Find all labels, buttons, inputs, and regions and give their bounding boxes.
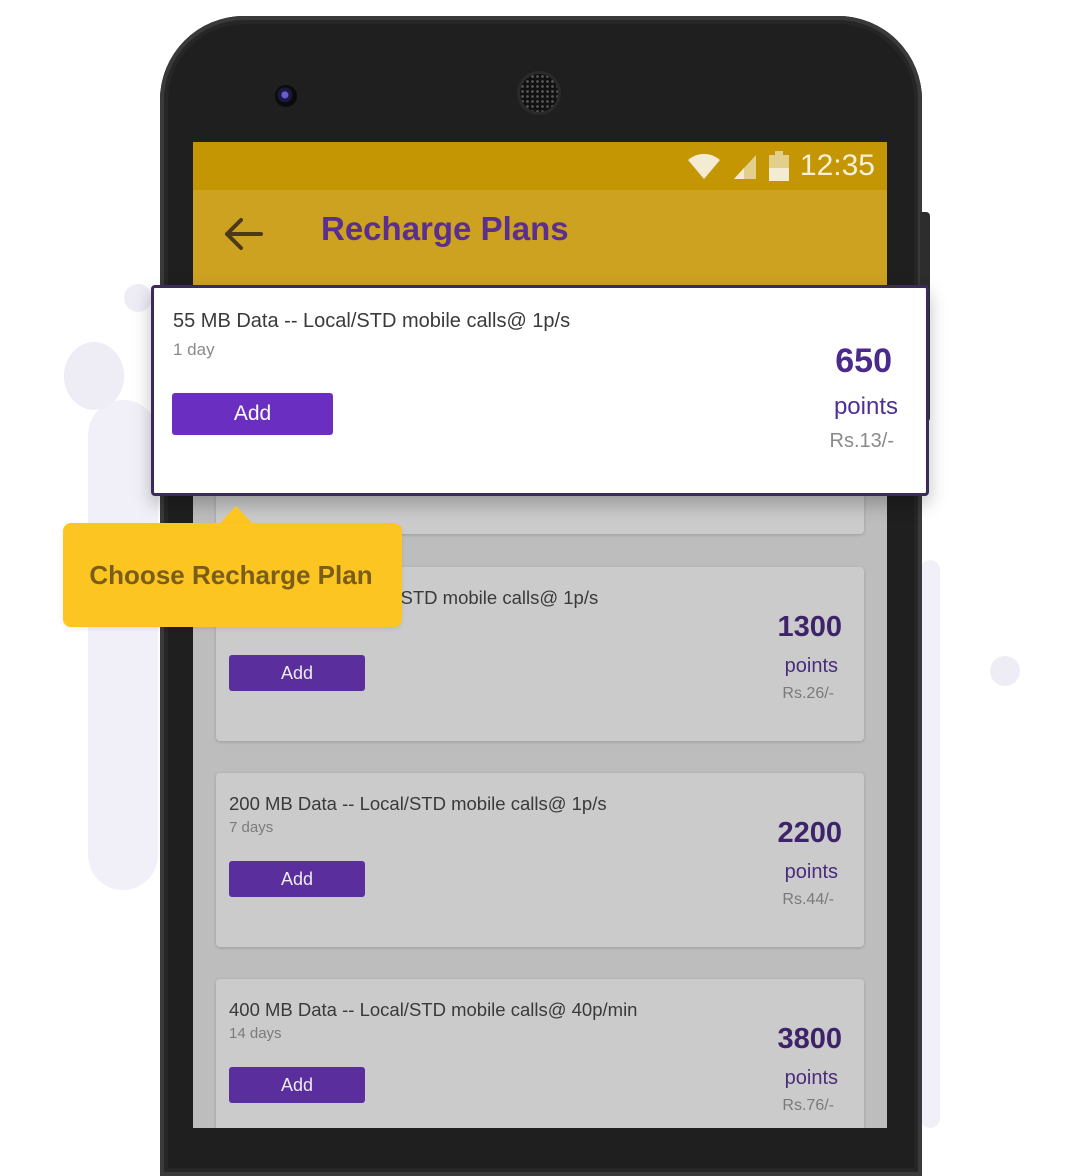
page-title: Recharge Plans [321, 210, 569, 247]
plan-points-label: points [833, 393, 898, 420]
background-dot [124, 284, 152, 312]
status-bar: 12:35 [193, 142, 887, 190]
plan-validity: 14 days [229, 1025, 282, 1042]
callout-tooltip: Choose Recharge Plan [63, 523, 402, 627]
plan-description: al/STD mobile calls@ 1p/s [381, 587, 599, 608]
plan-card: 400 MB Data -- Local/STD mobile calls@ 4… [216, 979, 864, 1128]
plan-points-label: points [784, 1067, 838, 1089]
status-time: 12:35 [799, 149, 875, 182]
app-bar: Recharge Plans [193, 190, 887, 288]
plan-validity: 7 days [229, 819, 274, 836]
plan-card: 200 MB Data -- Local/STD mobile calls@ 1… [216, 773, 864, 947]
background-shape [920, 560, 940, 1128]
plan-points: 2200 [777, 817, 842, 849]
plan-description: 400 MB Data -- Local/STD mobile calls@ 4… [229, 999, 638, 1020]
plan-price: Rs.76/- [782, 1097, 834, 1114]
tooltip-text: Choose Recharge Plan [89, 559, 373, 590]
tooltip-arrow [219, 506, 253, 524]
plan-validity: 1 day [173, 340, 215, 359]
plan-points: 3800 [777, 1023, 842, 1055]
signal-icon [733, 155, 756, 179]
plan-price: Rs.13/- [829, 430, 894, 452]
plan-points: 650 [835, 342, 892, 380]
back-arrow-icon[interactable] [221, 212, 265, 256]
plan-price: Rs.44/- [782, 891, 834, 908]
plan-description: 55 MB Data -- Local/STD mobile calls@ 1p… [173, 310, 571, 332]
wifi-icon [687, 153, 720, 179]
plan-points-label: points [784, 655, 838, 677]
battery-icon [768, 151, 789, 181]
add-plan-button[interactable]: Add [172, 393, 333, 435]
plan-description: 200 MB Data -- Local/STD mobile calls@ 1… [229, 793, 607, 814]
plan-points-label: points [784, 861, 838, 883]
plan-price: Rs.26/- [782, 685, 834, 702]
front-camera [275, 85, 297, 107]
background-dot [990, 656, 1020, 686]
add-plan-button[interactable]: Add [229, 655, 365, 691]
phone-speaker [520, 74, 558, 112]
plan-points: 1300 [777, 611, 842, 643]
add-plan-button[interactable]: Add [229, 1067, 365, 1103]
add-plan-button[interactable]: Add [229, 861, 365, 897]
highlighted-plan-card: 55 MB Data -- Local/STD mobile calls@ 1p… [151, 285, 929, 496]
background-dot [64, 342, 124, 410]
